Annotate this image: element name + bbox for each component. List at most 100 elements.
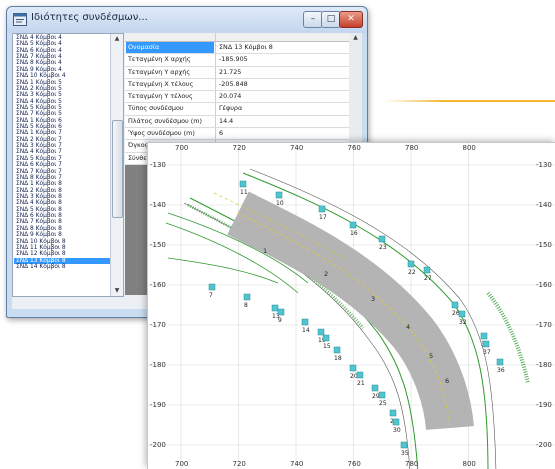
property-key: Τεταγμένη Χ τέλους [128, 79, 194, 88]
node-marker-label: 22 [408, 269, 416, 276]
y-axis-tick-label: -170 [150, 321, 166, 329]
node-marker-icon [378, 391, 386, 399]
property-row[interactable]: Τεταγμένη Χ τέλους -205.848 [125, 78, 349, 92]
node-marker-label: 11 [240, 189, 248, 196]
y-axis-tick-label: -200 [150, 441, 166, 449]
road-plot-canvas[interactable]: 1234561110171623222726323137367813914191… [147, 142, 555, 469]
x-axis-tick-label: 740 [290, 144, 303, 152]
embankment-hatching [486, 291, 530, 384]
node-marker-icon [208, 283, 216, 291]
property-row[interactable]: Ύψος συνδέσμου (m) 6 [125, 128, 349, 141]
node-marker-label: 21 [357, 380, 365, 387]
node-marker-label: 20 [350, 373, 358, 380]
node-marker-icon [243, 293, 251, 301]
segment-label: 5 [429, 352, 433, 360]
property-value[interactable]: 6 [215, 128, 349, 140]
property-value[interactable]: -205.848 [215, 78, 349, 91]
scroll-thumb[interactable] [112, 120, 123, 218]
node-marker-icon [356, 371, 364, 379]
y-axis-tick-label: -190 [150, 401, 166, 409]
y-axis-tick-label: -180 [150, 361, 166, 369]
node-marker-icon [275, 191, 283, 199]
x-axis-tick-label: 700 [175, 460, 188, 468]
node-marker-label: 14 [302, 327, 310, 334]
scroll-up-arrow-icon[interactable]: ▲ [111, 34, 123, 44]
node-marker-icon [322, 334, 330, 342]
minimize-button[interactable]: – [303, 11, 323, 28]
property-grid-header [125, 33, 349, 42]
node-marker-icon [371, 384, 379, 392]
node-marker-icon [239, 180, 247, 188]
property-value[interactable]: Γέφυρα [215, 103, 349, 115]
segment-label: 3 [371, 295, 375, 303]
y-axis-tick-label: -140 [536, 201, 552, 209]
property-value[interactable]: ΣΝΔ 13 Κόμβοι 8 [215, 42, 349, 54]
x-axis-tick-label: 720 [233, 460, 246, 468]
node-marker-label: 37 [483, 349, 491, 356]
node-marker-label: 32 [459, 319, 467, 326]
node-marker-icon [392, 418, 400, 426]
node-marker-label: 15 [323, 343, 331, 350]
property-key: Ύψος συνδέσμου (m) [128, 129, 195, 138]
y-axis-tick-label: -180 [536, 361, 552, 369]
property-row[interactable]: Τύπος συνδέσμου Γέφυρα [125, 103, 349, 116]
links-list-scrollbar[interactable]: ▲ ▼ [110, 34, 123, 296]
close-button[interactable]: ✕ [339, 11, 363, 28]
property-key: Ονομασία [126, 42, 214, 54]
node-marker-label: 18 [334, 355, 342, 362]
property-row[interactable]: Ονομασία ΣΝΔ 13 Κόμβοι 8 [125, 42, 349, 55]
property-key: Τεταγμένη Χ αρχής [128, 55, 191, 64]
node-marker-label: 26 [452, 310, 460, 317]
links-listbox[interactable]: ΣΝΔ 4 Κόμβοι 4 ΣΝΔ 5 Κόμβοι 4 ΣΝΔ 6 Κόμβοι… [12, 33, 124, 297]
ramp-edge-line [167, 257, 279, 284]
x-axis-tick-label: 780 [405, 144, 418, 152]
node-marker-icon [349, 221, 357, 229]
x-axis-tick-label: 720 [233, 144, 246, 152]
property-value[interactable]: -185.905 [215, 54, 349, 66]
segment-label: 2 [324, 270, 328, 278]
property-row[interactable]: Τεταγμένη Υ αρχής 21.725 [125, 66, 349, 79]
y-axis-tick-label: -150 [150, 241, 166, 249]
y-axis-tick-label: -190 [536, 401, 552, 409]
node-marker-icon [271, 304, 279, 312]
node-marker-label: 17 [319, 214, 327, 221]
node-marker-icon [451, 301, 459, 309]
property-value[interactable]: 14.4 [215, 115, 349, 128]
node-marker-icon [423, 266, 431, 274]
node-marker-icon [317, 328, 325, 336]
node-marker-label: 30 [393, 427, 401, 434]
maximize-button[interactable]: □ [321, 11, 341, 28]
y-axis-tick-label: -170 [536, 321, 552, 329]
node-marker-icon [496, 358, 504, 366]
property-row[interactable]: Τεταγμένη Χ αρχής -185.905 [125, 54, 349, 67]
x-axis-tick-label: 740 [290, 460, 303, 468]
node-marker-icon [277, 308, 285, 316]
y-axis-tick-label: -200 [536, 441, 552, 449]
node-marker-icon [480, 332, 488, 340]
property-header-key [126, 33, 214, 41]
segment-label: 1 [263, 247, 267, 255]
scroll-down-arrow-icon[interactable]: ▼ [111, 286, 123, 296]
x-axis-tick-label: 760 [348, 460, 361, 468]
property-value[interactable]: 20.074 [215, 91, 349, 103]
window-titlebar[interactable]: Ιδιότητες συνδέσμων... – □ ✕ [7, 7, 367, 33]
property-key: Πλάτος συνδέσμου (m) [128, 116, 202, 125]
x-axis-tick-label: 760 [348, 144, 361, 152]
y-axis-tick-label: -160 [536, 281, 552, 289]
property-row[interactable]: Πλάτος συνδέσμου (m) 14.4 [125, 115, 349, 129]
grid-scroll-up-arrow-icon[interactable]: ▲ [349, 33, 362, 43]
y-axis-tick-label: -130 [536, 161, 552, 169]
node-marker-label: 23 [379, 244, 387, 251]
node-marker-label: 29 [372, 393, 380, 400]
node-marker-icon [407, 260, 415, 268]
node-marker-icon [400, 441, 408, 449]
node-marker-label: 10 [276, 200, 284, 207]
property-row[interactable]: Τεταγμένη Υ τέλους 20.074 [125, 91, 349, 104]
node-marker-icon [349, 364, 357, 372]
node-marker-icon [318, 205, 326, 213]
node-marker-label: 25 [379, 400, 387, 407]
property-value[interactable]: 21.725 [215, 66, 349, 78]
node-marker-icon [458, 310, 466, 318]
y-axis-tick-label: -160 [150, 281, 166, 289]
link-list-item[interactable]: ΣΝΔ 14 Κόμβοι 8 [14, 264, 110, 270]
